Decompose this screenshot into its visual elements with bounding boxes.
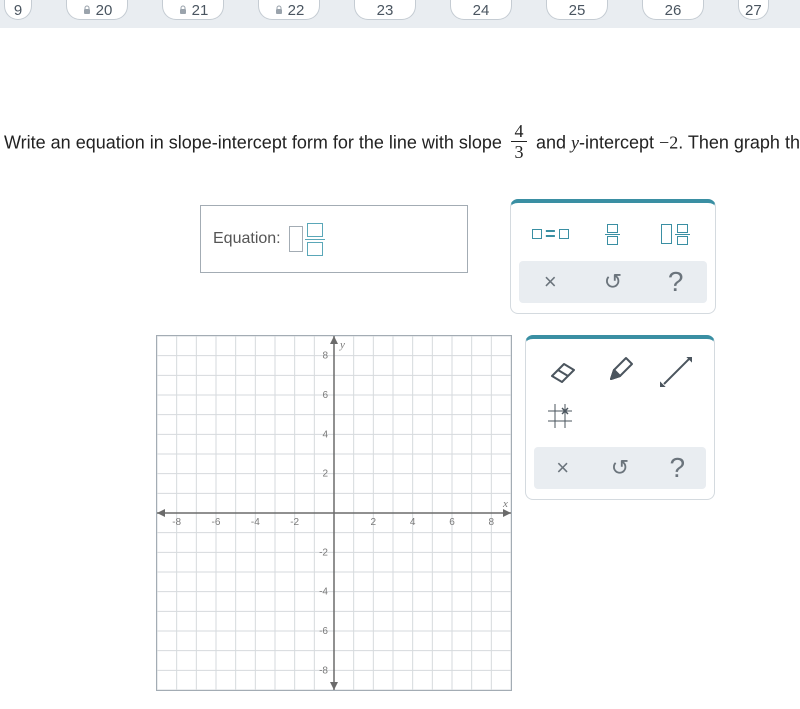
nav-label: 23 xyxy=(377,2,394,19)
insert-equation-button[interactable]: = xyxy=(522,215,578,253)
clear-button[interactable]: × xyxy=(522,263,578,301)
equation-label: Equation: xyxy=(213,230,281,248)
question-part1: Write an equation in slope-intercept for… xyxy=(4,132,507,152)
eraser-tool[interactable] xyxy=(535,353,591,391)
placeholder-box-icon xyxy=(289,226,303,252)
svg-text:8: 8 xyxy=(322,351,328,362)
nav-item-21[interactable]: 21 xyxy=(162,0,224,20)
nav-label: 26 xyxy=(665,2,682,19)
insert-mixed-number-button[interactable] xyxy=(648,215,704,253)
clear-icon: × xyxy=(556,455,569,481)
equation-toolbar: = × ↺ ? xyxy=(510,199,716,314)
help-icon: ? xyxy=(670,452,686,484)
equation-placeholder xyxy=(289,223,325,256)
svg-text:2: 2 xyxy=(322,469,328,480)
intercept-value: −2 xyxy=(659,132,678,152)
nav-label: 9 xyxy=(14,2,22,19)
placeholder-fraction-icon xyxy=(305,223,325,256)
nav-item-24[interactable]: 24 xyxy=(450,0,512,20)
question-part2: and xyxy=(536,132,571,152)
graph-undo-button[interactable]: ↺ xyxy=(592,449,648,487)
svg-text:4: 4 xyxy=(410,517,416,528)
undo-button[interactable]: ↺ xyxy=(585,263,641,301)
question-part4: . Then graph the line. xyxy=(678,132,800,152)
grid-point-icon xyxy=(545,401,575,436)
svg-text:4: 4 xyxy=(322,429,328,440)
line-icon xyxy=(658,353,696,391)
svg-text:6: 6 xyxy=(449,517,455,528)
graph-area[interactable]: -8 -6 -4 -2 2 4 6 8 8 6 4 2 -2 -4 -6 -8 x y xyxy=(156,335,512,691)
svg-text:-4: -4 xyxy=(251,517,260,528)
svg-text:8: 8 xyxy=(489,517,495,528)
nav-label: 22 xyxy=(288,2,305,19)
frac-numerator: 4 xyxy=(514,122,523,140)
nav-item-26[interactable]: 26 xyxy=(642,0,704,20)
lock-icon xyxy=(274,5,284,15)
nav-label: 20 xyxy=(96,2,113,19)
undo-icon: ↺ xyxy=(604,269,622,295)
graph-toolbar: × ↺ ? xyxy=(525,335,715,500)
line-tool[interactable] xyxy=(649,353,705,391)
insert-fraction-button[interactable] xyxy=(585,215,641,253)
svg-text:y: y xyxy=(339,339,345,351)
eraser-icon xyxy=(546,356,580,389)
nav-item-23[interactable]: 23 xyxy=(354,0,416,20)
equation-input-box[interactable]: Equation: xyxy=(200,205,468,273)
pencil-icon xyxy=(605,355,635,390)
nav-label: 25 xyxy=(569,2,586,19)
clear-icon: × xyxy=(544,269,557,295)
nav-item-next[interactable]: 27 xyxy=(738,0,769,20)
point-tool[interactable] xyxy=(535,399,591,437)
svg-text:-6: -6 xyxy=(212,517,221,528)
question-text: Write an equation in slope-intercept for… xyxy=(0,28,800,163)
slope-fraction: 4 3 xyxy=(511,122,527,161)
nav-item-25[interactable]: 25 xyxy=(546,0,608,20)
nav-item-22[interactable]: 22 xyxy=(258,0,320,20)
help-icon: ? xyxy=(668,266,684,298)
undo-icon: ↺ xyxy=(611,455,629,481)
question-part3: -intercept xyxy=(579,132,659,152)
y-variable: y xyxy=(571,132,579,152)
svg-text:-4: -4 xyxy=(319,587,328,598)
nav-item-20[interactable]: 20 xyxy=(66,0,128,20)
frac-denominator: 3 xyxy=(514,143,523,161)
graph-help-button[interactable]: ? xyxy=(649,449,705,487)
graph-clear-button[interactable]: × xyxy=(535,449,591,487)
svg-text:-8: -8 xyxy=(172,517,181,528)
nav-label: 27 xyxy=(745,2,762,19)
svg-text:-6: -6 xyxy=(319,626,328,637)
svg-text:x: x xyxy=(502,498,508,510)
help-button[interactable]: ? xyxy=(648,263,704,301)
svg-text:6: 6 xyxy=(322,390,328,401)
nav-item-prev[interactable]: 9 xyxy=(4,0,32,20)
lock-icon xyxy=(178,5,188,15)
question-nav: 9 20 21 22 23 24 25 26 27 xyxy=(0,0,800,28)
svg-text:-2: -2 xyxy=(319,547,328,558)
nav-label: 21 xyxy=(192,2,209,19)
svg-text:-8: -8 xyxy=(319,665,328,676)
lock-icon xyxy=(82,5,92,15)
nav-label: 24 xyxy=(473,2,490,19)
pencil-tool[interactable] xyxy=(592,353,648,391)
svg-text:2: 2 xyxy=(371,517,377,528)
svg-text:-2: -2 xyxy=(290,517,299,528)
